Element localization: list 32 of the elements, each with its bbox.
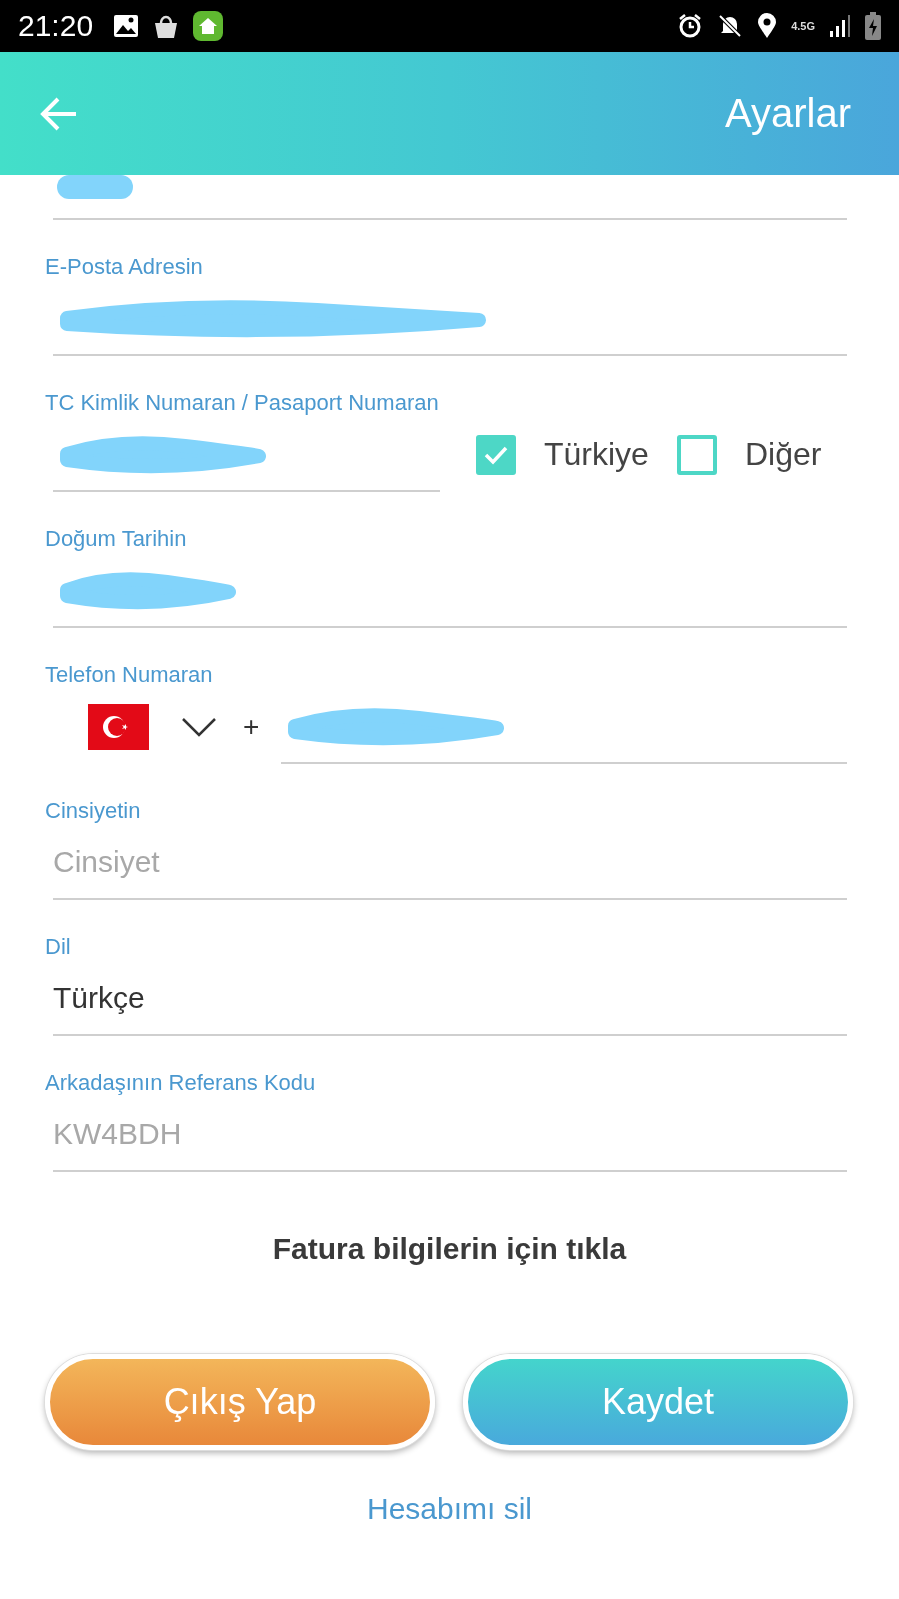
clock: 21:20 — [18, 9, 94, 43]
logout-button[interactable]: Çıkış Yap — [45, 1354, 435, 1450]
billing-info-link[interactable]: Fatura bilgilerin için tıkla — [272, 1232, 627, 1266]
field-label: TC Kimlik Numaran / Pasaport Numaran — [45, 389, 440, 417]
checkbox-label: Diğer — [744, 436, 822, 473]
field-label: E-Posta Adresin — [45, 253, 204, 281]
chevron-down-icon[interactable] — [181, 716, 217, 737]
field-label: Cinsiyetin — [45, 797, 142, 825]
field-placeholder[interactable]: Cinsiyet — [53, 844, 160, 879]
field-label: Telefon Numaran — [45, 661, 214, 689]
save-button[interactable]: Kaydet — [463, 1354, 853, 1450]
turkish-flag-icon[interactable] — [88, 703, 149, 750]
signal-icon — [829, 14, 851, 38]
checkbox[interactable] — [476, 434, 516, 475]
field-label: Doğum Tarihin — [45, 525, 188, 553]
location-icon — [757, 13, 778, 39]
network-type: 4.5G — [791, 20, 815, 32]
page-title: Ayarlar — [725, 91, 851, 136]
field-value[interactable]: Türkçe — [53, 980, 145, 1015]
battery-charging-icon — [865, 12, 881, 40]
home-app-icon — [193, 11, 224, 41]
delete-account-link[interactable]: Hesabımı sil — [366, 1492, 532, 1526]
back-arrow-icon[interactable] — [40, 96, 78, 131]
phone-prefix: + — [243, 710, 260, 743]
checkbox[interactable] — [676, 434, 717, 475]
field-placeholder[interactable]: KW4BDH — [53, 1116, 182, 1151]
checkbox-label: Türkiye — [544, 436, 649, 473]
field-label: Dil — [45, 933, 72, 961]
shopping-bag-icon — [153, 13, 180, 39]
check-icon — [483, 444, 509, 465]
image-icon — [113, 14, 140, 38]
field-label: Arkadaşının Referans Kodu — [45, 1069, 317, 1097]
